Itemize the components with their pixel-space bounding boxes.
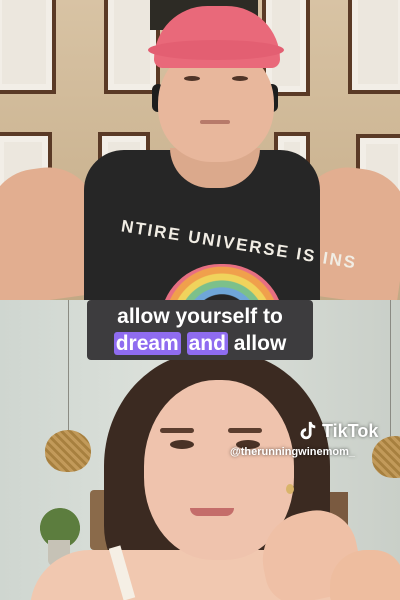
caption-highlight-word: dream: [113, 332, 181, 355]
creator-handle: @therunningwinemom_: [230, 446, 356, 458]
caption-highlight-word: and: [186, 332, 228, 355]
eye: [232, 76, 248, 81]
eye: [170, 440, 194, 449]
mouth: [190, 508, 234, 516]
eye: [184, 76, 200, 81]
lamp-cord: [68, 300, 69, 430]
tiktok-watermark: TikTok: [296, 420, 378, 442]
tiktok-logo-icon: [300, 421, 316, 440]
cap-brim: [148, 40, 284, 60]
caption-box: allow yourself to dream and allow: [87, 300, 313, 360]
lamp-cord: [390, 300, 391, 440]
tiktok-brand-text: TikTok: [322, 420, 379, 441]
top-video-feed: NTIRE UNIVERSE IS INS: [0, 0, 400, 300]
pendant-lamp: [45, 430, 91, 472]
eyebrow: [228, 428, 262, 433]
caption-line-1: allow yourself to: [117, 305, 283, 328]
eyebrow: [160, 428, 194, 433]
caption-word: allow: [233, 332, 287, 355]
earring: [286, 484, 294, 494]
top-speaker: NTIRE UNIVERSE IS INS: [0, 0, 400, 300]
mouth: [200, 120, 230, 124]
caption-line-2: dream and allow: [87, 330, 313, 357]
